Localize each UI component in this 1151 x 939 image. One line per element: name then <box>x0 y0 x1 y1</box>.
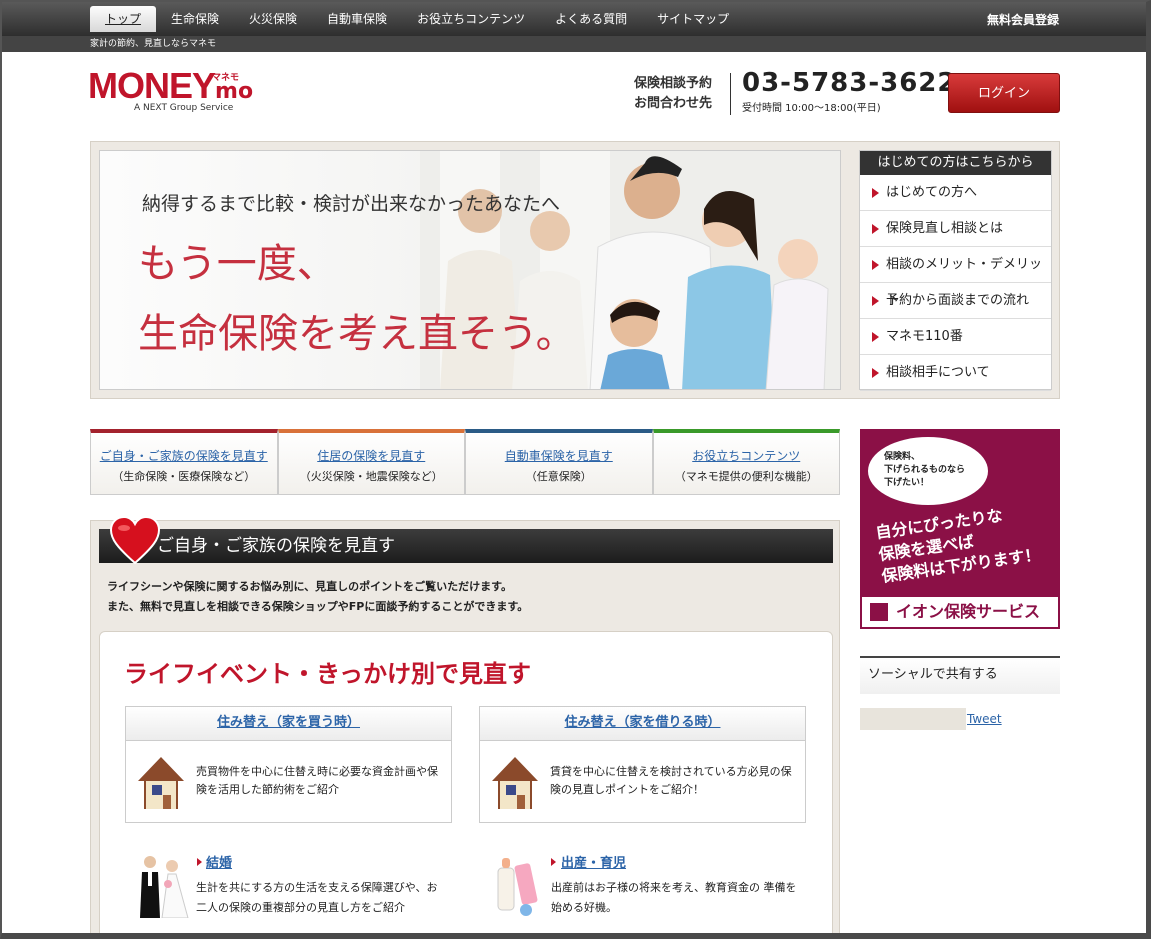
section-title: ご自身・ご家族の保険を見直す <box>157 536 395 556</box>
social-share-heading: ソーシャルで共有する <box>860 656 1060 694</box>
ad-main-copy: 自分にぴったりな 保険を選べば 保険料は下がります！ <box>874 500 1042 588</box>
nav-item-life-insurance[interactable]: 生命保険 <box>156 6 234 32</box>
hero-container: 納得するまで比較・検討が出来なかったあなたへ もう一度、 生命保険を考え直そう。… <box>90 141 1060 399</box>
category-useful-contents[interactable]: お役立ちコンテンツ （マネモ提供の便利な機能） <box>652 429 840 495</box>
section-intro: ライフシーンや保険に関するお悩み別に、見直しのポイントをご覧いただけます。 また… <box>107 577 528 617</box>
tweet-link[interactable]: Tweet <box>967 712 1002 726</box>
nav-item-useful-contents[interactable]: お役立ちコンテンツ <box>402 6 540 32</box>
ad-speech-bubble: 保険料、 下げられるものなら 下げたい！ <box>868 437 988 505</box>
contact-label: 保険相談予約 お問合わせ先 <box>634 74 712 114</box>
arrow-icon <box>197 858 202 866</box>
ad-bubble-line3: 下げたい！ <box>884 478 930 488</box>
card-move-rent: 住み替え（家を借りる時） 賃貸を中心に住替えを検討されている方必見の保険の見直し… <box>479 706 806 823</box>
category-sub: （マネモ提供の便利な機能） <box>674 470 818 483</box>
menu-item-advisors[interactable]: 相談相手について <box>860 355 1051 391</box>
hero-headline-2: 生命保険を考え直そう。 <box>138 311 576 357</box>
category-family-insurance[interactable]: ご自身・ご家族の保険を見直す （生命保険・医療保険など） <box>90 429 278 495</box>
category-title[interactable]: 自動車保険を見直す <box>466 447 652 464</box>
page-frame: トップ 生命保険 火災保険 自動車保険 お役立ちコンテンツ よくある質問 サイト… <box>0 0 1151 939</box>
logo-kana: マネモ <box>212 73 240 83</box>
event-title[interactable]: 結婚 <box>206 852 232 871</box>
nav-item-auto-insurance[interactable]: 自動車保険 <box>312 6 402 32</box>
heart-icon <box>109 517 161 565</box>
life-event-panel: ライフイベント・きっかけ別で見直す 住み替え（家を買う時） 売買物件を中心に住替… <box>99 631 833 933</box>
section-intro-line2: また、無料で見直しを相談できる保険ショップやFPに面談予約することができます。 <box>107 600 529 613</box>
login-button[interactable]: ログイン <box>948 73 1060 113</box>
ad-bubble-line2: 下げられるものなら <box>884 465 966 475</box>
category-sub: （任意保険） <box>525 470 592 483</box>
category-tabs: ご自身・ご家族の保険を見直す （生命保険・医療保険など） 住居の保険を見直す （… <box>90 429 840 495</box>
card-title[interactable]: 住み替え（家を買う時） <box>126 707 451 741</box>
baby-bottle-icon <box>497 858 538 916</box>
hero-headline-1: もう一度、 <box>138 241 337 287</box>
contact-divider <box>730 73 731 115</box>
category-home-insurance[interactable]: 住居の保険を見直す （火災保険・地震保険など） <box>277 429 465 495</box>
card-title[interactable]: 住み替え（家を借りる時） <box>480 707 805 741</box>
contact-line2: お問合わせ先 <box>634 96 713 111</box>
nav-items: トップ 生命保険 火災保険 自動車保険 お役立ちコンテンツ よくある質問 サイト… <box>90 6 744 32</box>
ad-bubble-line1: 保険料、 <box>884 452 921 462</box>
menu-item-flow[interactable]: 予約から面談までの流れ <box>860 283 1051 319</box>
menu-item-merits[interactable]: 相談のメリット・デメリット <box>860 247 1051 308</box>
share-widget-placeholder <box>860 708 966 730</box>
category-sub: （生命保険・医療保険など） <box>112 470 256 483</box>
category-title[interactable]: 住居の保険を見直す <box>279 447 465 464</box>
category-sub: （火災保険・地震保険など） <box>299 470 443 483</box>
card-text: 賃貸を中心に住替えを検討されている方必見の保険の見直しポイントをご紹介！ <box>550 765 792 796</box>
hero-banner[interactable]: 納得するまで比較・検討が出来なかったあなたへ もう一度、 生命保険を考え直そう。 <box>99 150 841 390</box>
aeon-logo-icon <box>870 603 888 621</box>
menu-item-manemo-110[interactable]: マネモ110番 <box>860 319 1051 355</box>
nav-item-top[interactable]: トップ <box>90 6 157 32</box>
nav-item-fire-insurance[interactable]: 火災保険 <box>234 6 312 32</box>
hero-lead: 納得するまで比較・検討が出来なかったあなたへ <box>142 193 561 215</box>
card-move-buy: 住み替え（家を買う時） 売買物件を中心に住替え時に必要な資金計画や保険を活用した… <box>125 706 452 823</box>
contact-line1: 保険相談予約 <box>634 76 713 91</box>
section-heading: ご自身・ご家族の保険を見直す <box>99 517 833 565</box>
event-title[interactable]: 出産・育児 <box>561 852 626 871</box>
event-text: 出産前はお子様の将来を考え、教育資金の 準備を始める好機。 <box>551 881 797 914</box>
aeon-insurance-ad[interactable]: 保険料、 下げられるものなら 下げたい！ 自分にぴったりな 保険を選べば 保険料… <box>860 429 1060 629</box>
site-tagline: 家計の節約、見直しならマネモ <box>2 36 1146 52</box>
menu-item-for-beginners[interactable]: はじめての方へ <box>860 175 1051 211</box>
event-text: 生計を共にする方の生活を支える保障選びや、お二人の保険の重複部分の見直し方をご紹… <box>196 881 438 914</box>
nav-item-faq[interactable]: よくある質問 <box>540 6 642 32</box>
nav-item-sitemap[interactable]: サイトマップ <box>642 6 744 32</box>
logo-tagline: A NEXT Group Service <box>134 103 234 113</box>
business-hours: 受付時間 10:00～18:00(平日) <box>742 103 881 114</box>
house-icon <box>492 757 538 809</box>
category-title[interactable]: ご自身・ご家族の保険を見直す <box>91 447 277 464</box>
life-event-title: ライフイベント・きっかけ別で見直す <box>124 660 532 688</box>
category-auto-insurance[interactable]: 自動車保険を見直す （任意保険） <box>465 429 653 495</box>
family-insurance-section: ご自身・ご家族の保険を見直す ライフシーンや保険に関するお悩み別に、見直しのポイ… <box>90 517 840 933</box>
phone-number: 03-5783-3622 <box>742 68 957 98</box>
ad-brand: イオン保険サービス <box>860 595 1060 629</box>
category-title[interactable]: お役立ちコンテンツ <box>654 447 840 464</box>
wedding-couple-icon <box>140 856 189 918</box>
logo-money: MONEY <box>88 65 216 106</box>
section-intro-line1: ライフシーンや保険に関するお悩み別に、見直しのポイントをご覧いただけます。 <box>107 580 513 593</box>
site-logo[interactable]: MONEYmo マネモ A NEXT Group Service <box>88 65 253 114</box>
beginner-menu: はじめての方はこちらから はじめての方へ 保険見直し相談とは 相談のメリット・デ… <box>859 150 1052 391</box>
house-icon <box>138 757 184 809</box>
menu-item-consultation[interactable]: 保険見直し相談とは <box>860 211 1051 247</box>
ad-brand-name: イオン保険サービス <box>896 602 1041 621</box>
beginner-menu-title: はじめての方はこちらから <box>860 151 1051 175</box>
card-text: 売買物件を中心に住替え時に必要な資金計画や保険を活用した節約術をご紹介 <box>196 765 438 796</box>
top-nav: トップ 生命保険 火災保険 自動車保険 お役立ちコンテンツ よくある質問 サイト… <box>2 2 1146 36</box>
arrow-icon <box>551 858 556 866</box>
register-link[interactable]: 無料会員登録 <box>987 11 1059 28</box>
